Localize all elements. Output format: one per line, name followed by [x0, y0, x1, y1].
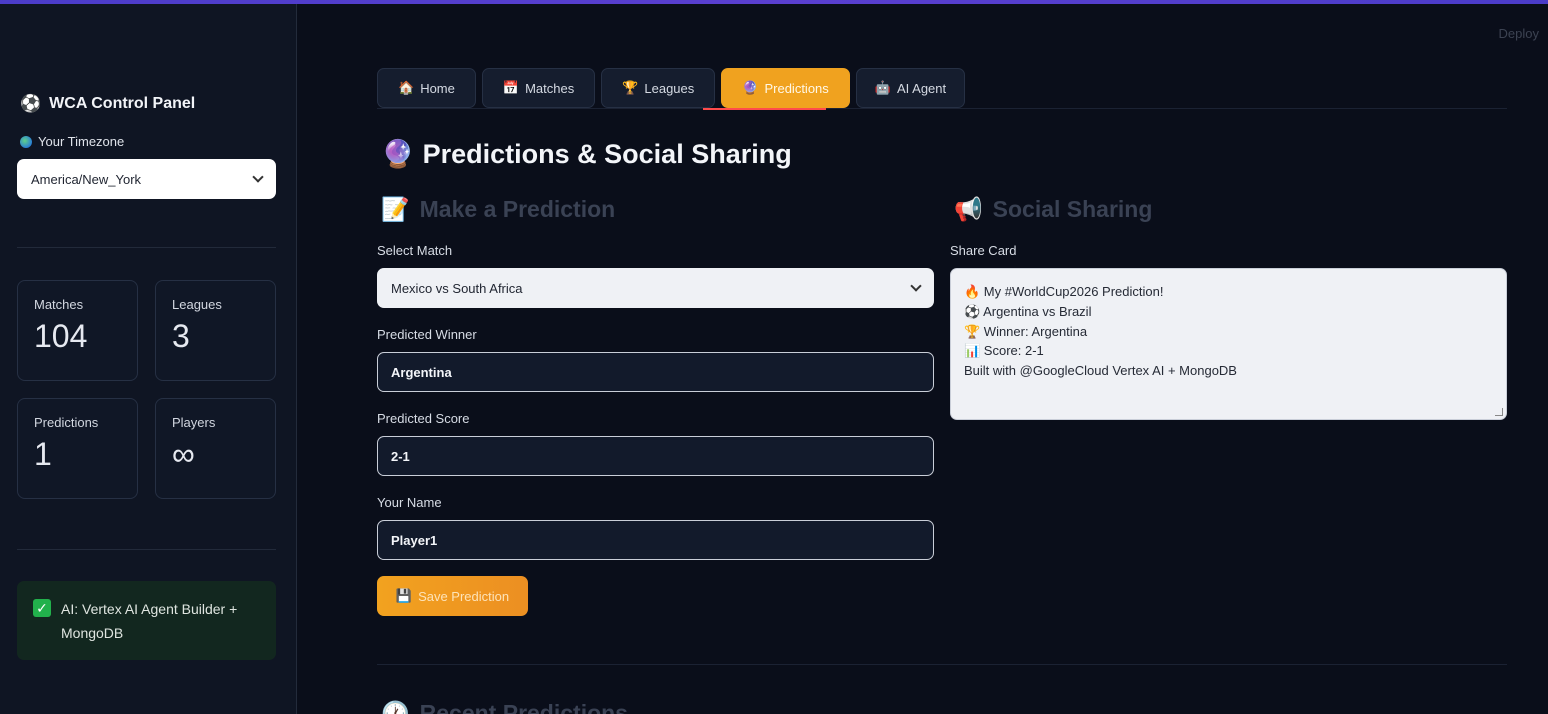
select-match-value: Mexico vs South Africa: [391, 280, 523, 296]
page-title: 🔮 Predictions & Social Sharing: [381, 138, 792, 171]
active-tab-indicator: [703, 108, 826, 110]
sidebar-title: ⚽ WCA Control Panel: [20, 94, 195, 114]
tab-label: Leagues: [644, 80, 695, 96]
predicted-score-input[interactable]: 2-1: [377, 436, 934, 476]
heading-text: Social Sharing: [992, 196, 1153, 222]
save-prediction-button[interactable]: 💾 Save Prediction: [377, 576, 528, 616]
share-line: Built with @GoogleCloud Vertex AI + Mong…: [964, 363, 1237, 379]
section-divider: [377, 664, 1507, 665]
trophy-icon: 🏆: [622, 80, 639, 96]
tab-label: Predictions: [764, 80, 829, 96]
share-card-label: Share Card: [950, 243, 1017, 258]
predicted-score-label: Predicted Score: [377, 411, 470, 426]
tab-label: Matches: [525, 80, 575, 96]
share-line: 🏆 Winner: Argentina: [964, 323, 1088, 339]
timezone-label: Your Timezone: [20, 134, 124, 149]
tabs-divider: [377, 108, 1507, 109]
metric-players: Players ∞: [155, 398, 276, 499]
sidebar: ⚽ WCA Control Panel Your Timezone Americ…: [0, 4, 297, 714]
metric-label: Predictions: [34, 415, 99, 430]
make-prediction-heading: 📝 Make a Prediction: [381, 196, 615, 223]
metric-value: ∞: [172, 436, 195, 472]
ai-status-box: ✓ AI: Vertex AI Agent Builder + MongoDB: [17, 581, 276, 660]
clock-icon: 🕐: [381, 701, 410, 714]
floppy-disk-icon: 💾: [395, 588, 413, 604]
select-match-label: Select Match: [377, 243, 453, 258]
checkmark-icon: ✓: [33, 599, 51, 617]
input-value: 2-1: [391, 448, 410, 464]
predicted-winner-label: Predicted Winner: [377, 327, 477, 342]
select-match-dropdown[interactable]: Mexico vs South Africa: [377, 268, 934, 308]
metric-leagues: Leagues 3: [155, 280, 276, 381]
crystal-ball-icon: 🔮: [381, 139, 415, 170]
share-card-textarea[interactable]: 🔥 My #WorldCup2026 Prediction! ⚽ Argenti…: [950, 268, 1507, 420]
tab-leagues[interactable]: 🏆 Leagues: [601, 68, 716, 108]
heading-text: Make a Prediction: [419, 196, 616, 222]
tab-matches[interactable]: 📅 Matches: [481, 68, 596, 108]
metric-label: Players: [172, 415, 216, 430]
memo-icon: 📝: [381, 197, 410, 223]
your-name-input[interactable]: Player1: [377, 520, 934, 560]
share-line: ⚽ Argentina vs Brazil: [964, 303, 1092, 319]
deploy-button[interactable]: Deploy: [1499, 26, 1539, 41]
chevron-down-icon: [910, 280, 922, 292]
soccer-ball-icon: ⚽: [20, 94, 42, 114]
button-label: Save Prediction: [418, 588, 510, 604]
metric-value: 1: [34, 436, 52, 472]
tab-label: AI Agent: [896, 80, 947, 96]
timezone-select-value: America/New_York: [31, 171, 142, 187]
globe-icon: [20, 135, 32, 148]
megaphone-icon: 📢: [954, 197, 983, 223]
tab-predictions[interactable]: 🔮 Predictions: [721, 68, 850, 108]
sidebar-divider: [17, 549, 276, 550]
house-icon: 🏠: [398, 80, 415, 96]
input-value: Argentina: [391, 364, 452, 380]
tab-ai-agent[interactable]: 🤖 AI Agent: [855, 68, 966, 108]
tab-bar: 🏠 Home 📅 Matches 🏆 Leagues 🔮 Predictions…: [377, 68, 966, 108]
metric-label: Leagues: [172, 297, 222, 312]
robot-icon: 🤖: [874, 80, 891, 96]
tab-home[interactable]: 🏠 Home: [377, 68, 476, 108]
metric-value: 3: [172, 318, 190, 354]
resize-handle[interactable]: [1495, 408, 1503, 416]
social-sharing-heading: 📢 Social Sharing: [954, 196, 1152, 223]
chevron-down-icon: [252, 171, 264, 183]
timezone-select[interactable]: America/New_York: [17, 159, 276, 199]
ai-status-text: AI: Vertex AI Agent Builder + MongoDB: [61, 601, 238, 641]
share-line: 🔥 My #WorldCup2026 Prediction!: [964, 284, 1164, 299]
metric-predictions: Predictions 1: [17, 398, 138, 499]
metric-value: 104: [34, 318, 88, 354]
tab-label: Home: [420, 80, 455, 96]
predicted-winner-input[interactable]: Argentina: [377, 352, 934, 392]
input-value: Player1: [391, 532, 438, 548]
page-title-text: Predictions & Social Sharing: [422, 138, 792, 169]
share-line: 📊 Score: 2-1: [964, 343, 1044, 359]
timezone-label-text: Your Timezone: [38, 134, 125, 149]
metric-matches: Matches 104: [17, 280, 138, 381]
calendar-icon: 📅: [502, 80, 520, 96]
heading-text: Recent Predictions: [419, 700, 628, 714]
recent-predictions-heading: 🕐 Recent Predictions: [381, 700, 628, 714]
sidebar-title-text: WCA Control Panel: [49, 95, 196, 112]
crystal-ball-icon: 🔮: [742, 80, 759, 96]
sidebar-divider: [17, 247, 276, 248]
metric-label: Matches: [34, 297, 84, 312]
your-name-label: Your Name: [377, 495, 442, 510]
